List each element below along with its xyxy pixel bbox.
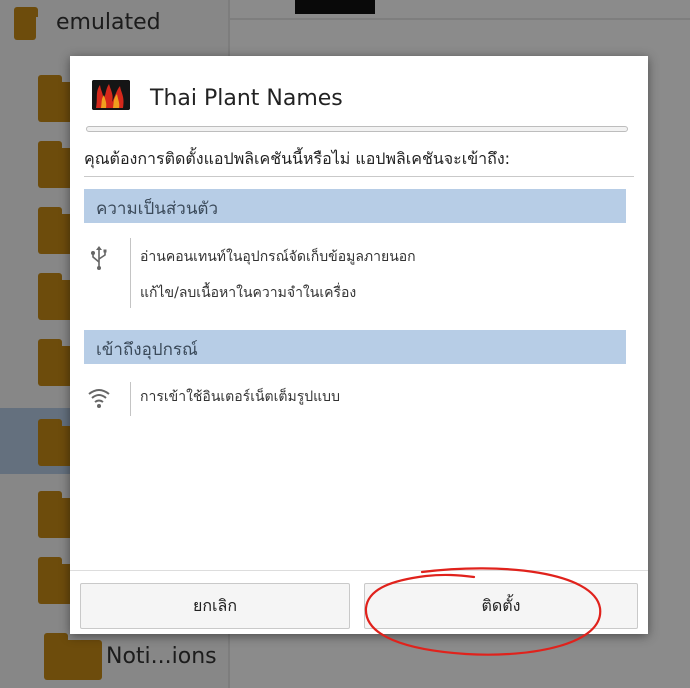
permission-internet: การเข้าใช้อินเตอร์เน็ตเต็มรูปแบบ [140,389,340,405]
dialog-button-bar: ยกเลิก ติดตั้ง [70,570,648,634]
divider [84,176,634,177]
install-question: คุณต้องการติดตั้งแอปพลิเคชันนี้หรือไม่ แ… [84,149,511,168]
divider [130,238,131,308]
app-icon [92,80,130,110]
wifi-icon [88,386,110,410]
divider [130,382,131,416]
cancel-button[interactable]: ยกเลิก [80,583,350,629]
section-title: ความเป็นส่วนตัว [96,199,219,219]
permission-read-storage: อ่านคอนเทนท์ในอุปกรณ์จัดเก็บข้อมูลภายนอก [140,249,416,265]
dialog-header: Thai Plant Names [70,56,648,126]
section-header-privacy: ความเป็นส่วนตัว [84,189,626,223]
permission-modify-storage: แก้ไข/ลบเนื้อหาในความจำในเครื่อง [140,285,357,301]
install-permission-dialog: Thai Plant Names คุณต้องการติดตั้งแอปพลิ… [70,56,648,634]
section-header-device-access: เข้าถึงอุปกรณ์ [84,330,626,364]
title-divider [86,126,628,132]
usb-icon [88,246,110,270]
dialog-title: Thai Plant Names [150,86,343,111]
install-button[interactable]: ติดตั้ง [364,583,638,629]
section-title: เข้าถึงอุปกรณ์ [96,340,198,360]
